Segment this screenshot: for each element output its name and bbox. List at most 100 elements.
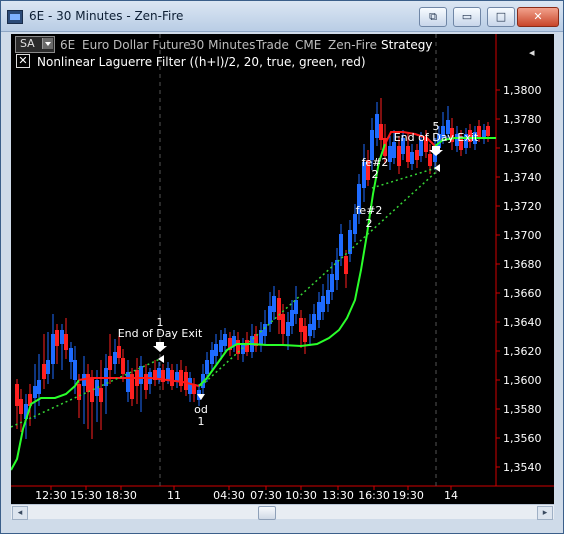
up-candle-body (69, 348, 73, 362)
price-tick-label: 1,3620 (503, 345, 542, 358)
up-candle-body (46, 360, 50, 374)
up-candle-body (51, 334, 55, 364)
down-candle-body (184, 372, 188, 390)
down-candle-body (121, 358, 125, 374)
app-icon (7, 10, 23, 24)
up-candle-body (205, 360, 209, 374)
up-candle-body (286, 322, 290, 336)
time-tick-label: 16:30 (358, 489, 390, 502)
up-candle-body (113, 352, 117, 364)
up-candle-body (223, 334, 227, 346)
up-candle-body (33, 386, 37, 398)
up-candle-body (353, 214, 357, 234)
up-candle-body (263, 324, 267, 336)
down-candle-body (486, 126, 490, 136)
down-candle-body (406, 146, 410, 162)
down-candle-body (77, 384, 81, 400)
entry-count-label: 2 (372, 168, 379, 181)
time-tick-label: 10:30 (285, 489, 317, 502)
exit-label: End of Day Exit (394, 131, 479, 144)
up-candle-body (157, 368, 161, 378)
price-tick-label: 1,3800 (503, 84, 542, 97)
down-candle-body (344, 256, 348, 274)
exit-arrow-icon (153, 342, 167, 352)
price-tick-label: 1,3560 (503, 432, 542, 445)
time-tick-label: 19:30 (392, 489, 424, 502)
up-candle-body (317, 302, 321, 320)
up-candle-body (214, 344, 218, 356)
price-tick-label: 1,3640 (503, 316, 542, 329)
title-bar[interactable]: 6E - 30 Minutes - Zen-Fire ⧉ ▭ □ ✕ (1, 1, 563, 32)
up-candle-body (335, 260, 339, 280)
restore-layout-button[interactable]: ⧉ (419, 7, 447, 27)
down-candle-body (245, 340, 249, 352)
price-tick-label: 1,3580 (503, 403, 542, 416)
time-tick-label: 14 (444, 489, 458, 502)
exit-marker-icon (158, 355, 164, 363)
up-candle-body (294, 300, 298, 314)
up-candle-body (410, 152, 414, 164)
up-candle-body (272, 296, 276, 312)
scroll-left-button[interactable]: ◂ (12, 506, 28, 520)
up-candle-body (241, 344, 245, 354)
down-candle-body (379, 124, 383, 140)
time-tick-label: 13:30 (322, 489, 354, 502)
up-candle-body (290, 310, 294, 326)
entry-count-label: 1 (198, 415, 205, 428)
up-candle-body (482, 130, 486, 138)
price-tick-label: 1,3680 (503, 258, 542, 271)
up-candle-body (388, 146, 392, 162)
up-candle-body (73, 360, 77, 380)
down-candle-body (415, 150, 419, 160)
up-candle-body (330, 274, 334, 292)
down-candle-body (42, 364, 46, 379)
price-tick-label: 1,3660 (503, 287, 542, 300)
up-candle-body (219, 340, 223, 352)
down-candle-body (303, 326, 307, 342)
chart-window: 6E - 30 Minutes - Zen-Fire ⧉ ▭ □ ✕ SA 6E… (0, 0, 564, 534)
time-tick-label: 07:30 (250, 489, 282, 502)
up-candle-body (166, 368, 170, 380)
down-candle-body (281, 314, 285, 334)
scroll-right-button[interactable]: ▸ (537, 506, 553, 520)
chart-panel[interactable]: SA 6E Euro Dollar Future 30 Minutes Trad… (11, 34, 554, 504)
up-candle-body (321, 296, 325, 312)
up-candle-body (326, 290, 330, 304)
price-tick-label: 1,3780 (503, 113, 542, 126)
trade-line (200, 171, 437, 387)
maximize-button[interactable]: □ (487, 7, 515, 27)
down-candle-body (55, 330, 59, 346)
trade-line (371, 167, 437, 189)
up-candle-body (188, 378, 192, 394)
down-candle-body (428, 154, 432, 166)
down-candle-body (179, 370, 183, 386)
up-candle-body (339, 234, 343, 256)
down-candle-body (144, 374, 148, 390)
exit-label: End of Day Exit (118, 327, 203, 340)
minimize-button[interactable]: ▭ (453, 7, 481, 27)
time-tick-label: 12:30 (35, 489, 67, 502)
down-candle-body (277, 298, 281, 320)
horizontal-scrollbar[interactable]: ◂ ▸ (11, 504, 554, 520)
down-candle-body (117, 346, 121, 358)
down-candle-body (170, 370, 174, 386)
price-chart[interactable]: ◂ 1,3800 1,3780 1,3760 1,3740 1,3720 1,3700 1,3… (11, 34, 554, 504)
down-candle-body (108, 356, 112, 370)
scroll-thumb[interactable] (258, 506, 276, 520)
up-candle-body (210, 350, 214, 364)
entry-count-label: 2 (366, 217, 373, 230)
up-candle-body (312, 314, 316, 330)
down-candle-body (86, 374, 90, 392)
up-candle-body (375, 114, 379, 138)
time-tick-label: 15:30 (70, 489, 102, 502)
time-tick-label: 11 (167, 489, 181, 502)
close-button[interactable]: ✕ (517, 7, 559, 27)
window-title: 6E - 30 Minutes - Zen-Fire (29, 9, 184, 23)
time-tick-label: 18:30 (105, 489, 137, 502)
entry-label: fe#2 (356, 204, 383, 217)
down-candle-body (64, 334, 68, 350)
pin-icon: ◂ (529, 46, 535, 59)
down-candle-body (299, 318, 303, 332)
price-tick-label: 1,3740 (503, 171, 542, 184)
filter-line-up (198, 143, 386, 387)
